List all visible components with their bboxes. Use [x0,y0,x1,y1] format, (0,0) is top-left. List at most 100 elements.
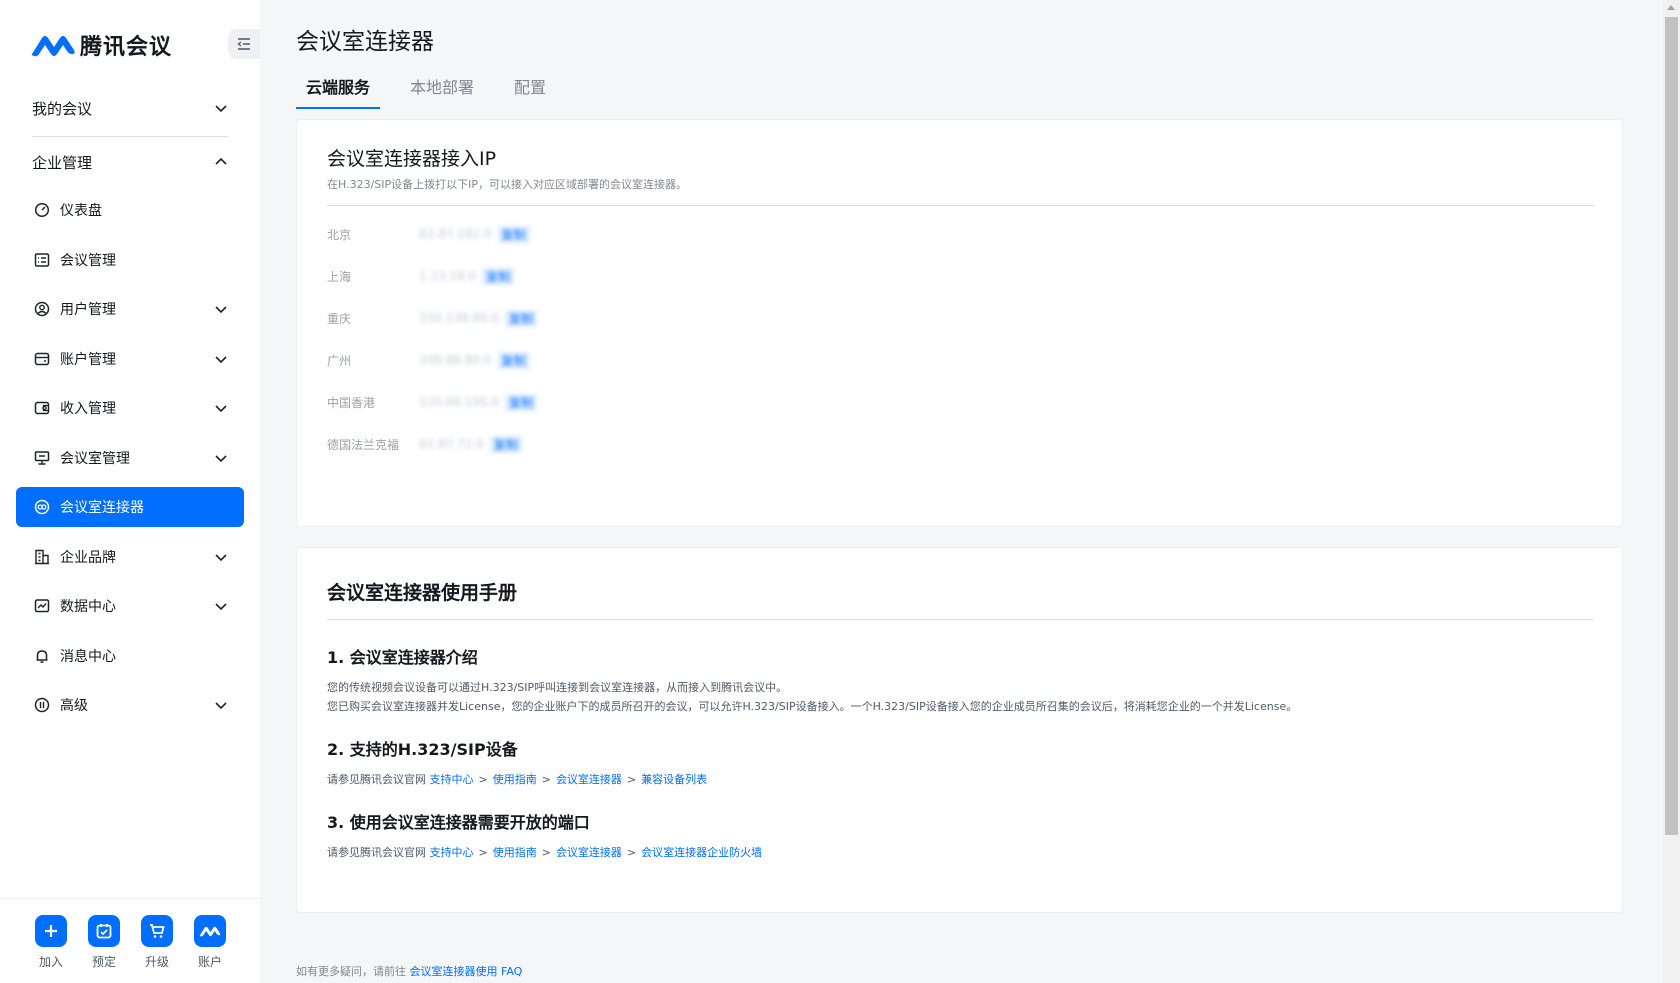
sidebar-item-label: 会议室管理 [60,451,130,467]
main-content: 会议室连接器 云端服务 本地部署 配置 会议室连接器接入IP 在H.323/SI… [260,0,1663,983]
region-label: 北京 [327,227,352,242]
chevron-down-icon [215,554,227,562]
scroll-up-arrow-icon[interactable] [1667,5,1675,10]
user-icon [34,301,50,317]
sidebar-item-label: 会议室连接器 [60,500,144,516]
tab-cloud-service[interactable]: 云端服务 [296,72,381,109]
scroll-thumb[interactable] [1665,17,1678,835]
link-compatible-devices[interactable]: 兼容设备列表 [641,773,707,786]
collapse-sidebar-button[interactable] [228,29,260,59]
ref-prefix: 请参见腾讯会议官网 [327,773,426,786]
ip-card-subtitle: 在H.323/SIP设备上拨打以下IP，可以接入对应区域部署的会议室连接器。 [327,178,688,191]
upgrade-button[interactable]: 升级 [131,915,183,970]
connector-icon [34,499,50,515]
copy-button[interactable]: 复制 [497,351,530,369]
sidebar-item-data-center[interactable]: 数据中心 [16,586,244,626]
sidebar-item-label: 高级 [60,698,88,714]
ip-row: 上海 1.13.18.0 复制 [327,266,515,286]
intro-paragraph: 您的传统视频会议设备可以通过H.323/SIP呼叫连接到会议室连接器，从而接入到… [327,681,788,694]
sidebar-item-advanced[interactable]: 高级 [16,685,244,725]
sidebar-item-enterprise-brand[interactable]: 企业品牌 [16,537,244,577]
sidebar-item-account-management[interactable]: 账户管理 [16,339,244,379]
separator: > [626,846,637,859]
faq-footer: 如有更多疑问，请前往 会议室连接器使用 FAQ [296,963,522,979]
sidebar-item-label: 消息中心 [60,649,116,665]
sidebar-item-label: 数据中心 [60,599,116,615]
nav-my-meetings[interactable]: 我的会议 [16,88,244,128]
tab-config[interactable]: 配置 [504,72,556,108]
copy-button[interactable]: 复制 [505,393,538,411]
building-icon [34,549,50,565]
tab-bar: 云端服务 本地部署 配置 [296,72,576,109]
separator: > [478,773,488,786]
user-guide-card: 会议室连接器使用手册 1. 会议室连接器介绍 您的传统视频会议设备可以通过H.3… [296,547,1623,913]
bottom-quick-actions: 加入 预定 升级 账户 [0,898,260,983]
sidebar-item-meeting-room-management[interactable]: 会议室管理 [16,438,244,478]
section-heading: 3. 使用会议室连接器需要开放的端口 [327,813,590,832]
chevron-down-icon [215,405,227,413]
chevron-down-icon [215,105,227,113]
ip-row: 重庆 150.138.80.0 复制 [327,308,538,328]
ip-card-title: 会议室连接器接入IP [327,148,497,170]
sidebar-item-message-center[interactable]: 消息中心 [16,636,244,676]
link-room-connector[interactable]: 会议室连接器 [556,846,622,859]
tab-local-deployment[interactable]: 本地部署 [400,72,484,108]
chevron-up-icon [215,157,227,165]
menu-collapse-icon [237,38,250,50]
sidebar-item-income-management[interactable]: 收入管理 [16,388,244,428]
ip-row: 广州 109.88.80.0 复制 [327,350,530,370]
ip-address: 120.60.195.0 [419,395,500,409]
link-firewall[interactable]: 会议室连接器企业防火墙 [641,846,762,859]
nav-enterprise-label: 企业管理 [32,153,93,172]
account-button[interactable]: 账户 [184,915,236,970]
sidebar-item-user-management[interactable]: 用户管理 [16,289,244,329]
link-support-center[interactable]: 支持中心 [430,846,474,859]
separator: > [478,846,488,859]
chevron-down-icon [215,455,227,463]
plus-icon [35,915,67,947]
section-heading: 2. 支持的H.323/SIP设备 [327,740,518,759]
copy-button[interactable]: 复制 [482,267,515,285]
ref-prefix: 请参见腾讯会议官网 [327,846,426,859]
dashboard-icon [34,202,50,218]
ip-row: 德国法兰克福 62.87.72.0 复制 [327,434,522,454]
sidebar: 腾讯会议 我的会议 企业管理 仪表盘 会议管理 用户管理 账户管理 收入管理 会… [0,0,260,983]
income-icon [34,400,50,416]
sidebar-item-label: 账户管理 [60,352,116,368]
sidebar-item-meeting-room-connector[interactable]: 会议室连接器 [16,487,244,527]
join-label: 加入 [38,955,63,969]
link-room-connector[interactable]: 会议室连接器 [556,773,622,786]
link-user-guide[interactable]: 使用指南 [493,773,537,786]
copy-button[interactable]: 复制 [497,225,530,243]
sidebar-item-meeting-management[interactable]: 会议管理 [16,240,244,280]
region-label: 中国香港 [327,395,376,410]
brand-name: 腾讯会议 [80,35,173,60]
vertical-scrollbar[interactable] [1663,0,1680,983]
breadcrumb-links: 请参见腾讯会议官网 支持中心 > 使用指南 > 会议室连接器 > 兼容设备列表 [327,771,707,787]
link-user-guide[interactable]: 使用指南 [493,846,537,859]
copy-button[interactable]: 复制 [505,309,538,327]
page-title: 会议室连接器 [296,29,434,55]
faq-prefix: 如有更多疑问，请前往 [296,965,406,978]
ip-address: 150.138.80.0 [419,311,500,325]
sidebar-divider [32,136,228,137]
cart-icon [141,915,173,947]
card-divider [327,619,1594,620]
schedule-button[interactable]: 预定 [78,915,130,970]
connector-ip-card: 会议室连接器接入IP 在H.323/SIP设备上拨打以下IP，可以接入对应区域部… [296,119,1623,527]
tencent-meeting-logo-icon [31,36,75,57]
copy-button[interactable]: 复制 [489,435,522,453]
card-divider [327,205,1594,206]
ip-row: 北京 62.87.182.0 复制 [327,224,530,244]
schedule-label: 预定 [91,955,116,969]
join-button[interactable]: 加入 [25,915,77,970]
brand-logo[interactable]: 腾讯会议 [30,28,172,62]
link-support-center[interactable]: 支持中心 [430,773,474,786]
sidebar-item-label: 会议管理 [60,253,116,269]
breadcrumb-links: 请参见腾讯会议官网 支持中心 > 使用指南 > 会议室连接器 > 会议室连接器企业防火墙 [327,844,762,860]
chevron-down-icon [215,702,227,710]
chart-icon [34,598,50,614]
faq-link[interactable]: 会议室连接器使用 FAQ [410,965,523,978]
sidebar-item-dashboard[interactable]: 仪表盘 [16,190,244,230]
nav-enterprise-management[interactable]: 企业管理 [16,142,244,182]
